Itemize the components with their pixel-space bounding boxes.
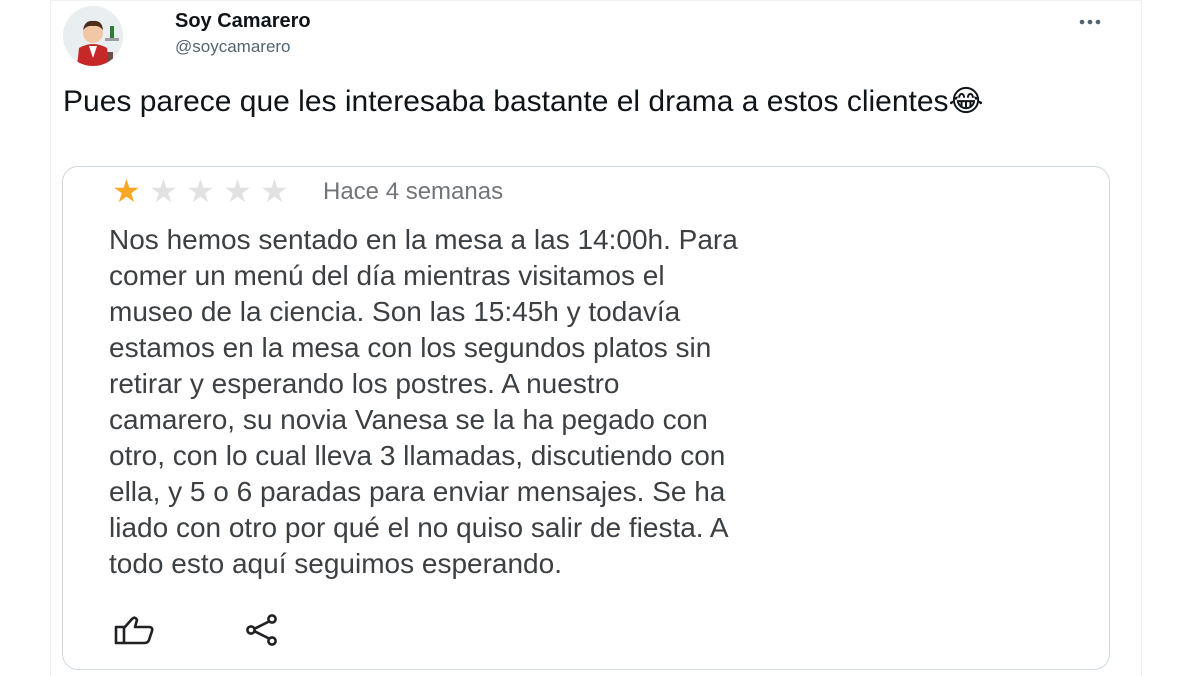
share-button[interactable] — [234, 608, 290, 652]
avatar[interactable] — [63, 6, 123, 66]
star-icon: ★ — [186, 172, 215, 210]
review-date: Hace 4 semanas — [323, 178, 504, 205]
author-display-name[interactable]: Soy Camarero — [175, 10, 311, 33]
review-line: museo de la ciencia. Son las 15:45h y to… — [109, 296, 681, 327]
like-button[interactable] — [106, 608, 162, 652]
more-dots-icon — [1079, 19, 1101, 25]
review-line: otro, con lo cual lleva 3 llamadas, disc… — [109, 440, 726, 471]
star-icon: ★ — [223, 172, 252, 210]
review-line: comer un menú del día mientras visitamos… — [109, 260, 665, 291]
author-handle[interactable]: @soycamarero — [175, 37, 291, 57]
review-line: liado con otro por qué el no quiso salir… — [109, 512, 729, 543]
star-rating: ★ ★ ★ ★ ★ — [109, 174, 292, 208]
tweet-text: Pues parece que les interesaba bastante … — [63, 85, 984, 118]
review-line: Nos hemos sentado en la mesa a las 14:00… — [109, 224, 738, 255]
star-icon: ★ — [149, 172, 178, 210]
review-line: ella, y 5 o 6 paradas para enviar mensaj… — [109, 476, 726, 507]
review-line: estamos en la mesa con los segundos plat… — [109, 332, 712, 363]
share-icon — [246, 614, 277, 646]
review-body: Nos hemos sentado en la mesa a las 14:00… — [109, 222, 1069, 582]
star-icon: ★ — [260, 172, 289, 210]
more-options-button[interactable] — [1070, 8, 1110, 36]
review-line: retirar y esperando los postres. A nuest… — [109, 368, 620, 399]
star-icon: ★ — [112, 172, 141, 210]
review-line: camarero, su novia Vanesa se la ha pegad… — [109, 404, 708, 435]
thumbs-up-icon — [114, 616, 154, 645]
review-line: todo esto aquí seguimos esperando. — [109, 548, 562, 579]
waiter-avatar-icon — [63, 6, 123, 66]
